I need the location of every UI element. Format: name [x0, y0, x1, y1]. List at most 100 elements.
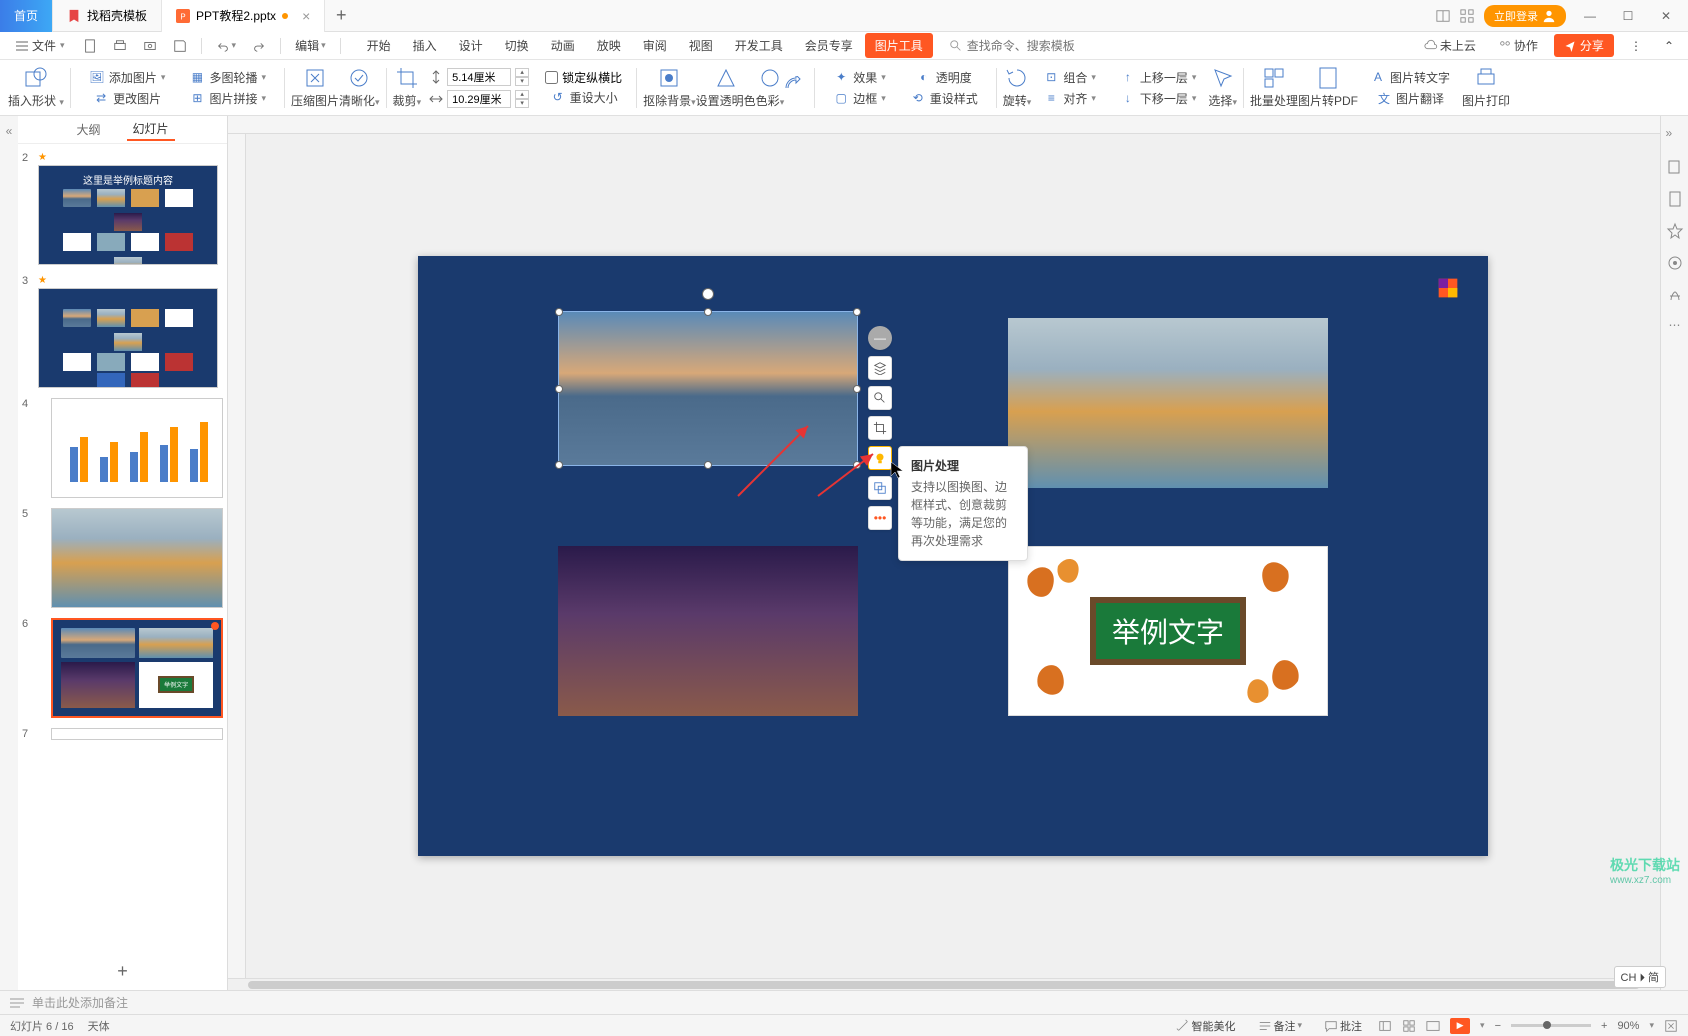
selected-image[interactable]: [558, 311, 858, 466]
minimize-button[interactable]: —: [1576, 2, 1604, 30]
rotate-handle[interactable]: [702, 288, 714, 300]
view-reading-icon[interactable]: [1426, 1019, 1440, 1033]
print-button[interactable]: [107, 37, 133, 55]
slide-thumb-4[interactable]: [51, 398, 223, 498]
float-process-button[interactable]: [868, 446, 892, 470]
search-box[interactable]: [949, 39, 1107, 53]
slide-thumb-6[interactable]: 举例文字: [51, 618, 223, 718]
reset-style-button[interactable]: ⟲重设样式: [906, 89, 982, 108]
float-collapse-button[interactable]: —: [868, 326, 892, 350]
transparency-button[interactable]: ◐透明度: [912, 68, 976, 87]
resize-handle[interactable]: [555, 308, 563, 316]
translate-button[interactable]: 文图片翻译: [1372, 89, 1448, 108]
more-menu[interactable]: ⋮: [1624, 37, 1648, 55]
align-button[interactable]: ≡对齐▾: [1039, 89, 1100, 108]
slide-canvas[interactable]: 举例文字 — ••• 图片处理 支持以图换: [418, 256, 1488, 856]
float-more-button[interactable]: •••: [868, 506, 892, 530]
collab-button[interactable]: 协作: [1492, 35, 1544, 56]
edit-menu[interactable]: 编辑▾: [289, 35, 332, 56]
tab-file-active[interactable]: P PPT教程2.pptx ×: [162, 0, 325, 32]
play-dropdown[interactable]: ▾: [1480, 1020, 1485, 1031]
reset-size-button[interactable]: ↺重设大小: [546, 88, 622, 107]
sb-star-icon[interactable]: [1666, 222, 1684, 240]
float-swap-button[interactable]: [868, 476, 892, 500]
multi-outline-button[interactable]: ▦多图轮播▾: [185, 68, 270, 87]
to-text-button[interactable]: A图片转文字: [1366, 68, 1454, 87]
cloud-status[interactable]: 未上云: [1418, 35, 1482, 56]
scroll-thumb[interactable]: [248, 981, 1640, 989]
tab-insert[interactable]: 插入: [403, 33, 447, 58]
slide-thumb-5[interactable]: [51, 508, 223, 608]
slide-thumb-3[interactable]: [38, 288, 218, 388]
to-pdf-button[interactable]: 图片转PDF: [1298, 66, 1358, 109]
remove-bg-button[interactable]: 抠除背景▾: [643, 66, 696, 109]
new-doc-button[interactable]: [77, 37, 103, 55]
insert-shape-button[interactable]: 插入形状 ▾: [8, 66, 64, 109]
image-bottom-left[interactable]: [558, 546, 858, 716]
fit-icon[interactable]: [1664, 1019, 1678, 1033]
tab-dev[interactable]: 开发工具: [725, 33, 793, 58]
sb-target-icon[interactable]: [1666, 254, 1684, 272]
view-normal-icon[interactable]: [1378, 1019, 1392, 1033]
group-button[interactable]: ⊡组合▾: [1039, 68, 1100, 87]
undo-button[interactable]: ▾: [210, 37, 243, 55]
sb-alpha-icon[interactable]: [1666, 286, 1684, 304]
resize-handle[interactable]: [853, 308, 861, 316]
notes-bar[interactable]: 单击此处添加备注: [0, 990, 1688, 1014]
effect-button[interactable]: ✦效果▾: [829, 68, 890, 87]
move-down-button[interactable]: ↓下移一层▾: [1116, 89, 1201, 108]
resize-handle[interactable]: [853, 461, 861, 469]
select-button[interactable]: 选择▾: [1208, 66, 1237, 109]
step-down[interactable]: ▾: [515, 99, 529, 108]
collapse-ribbon[interactable]: ⌃: [1658, 37, 1680, 55]
move-up-button[interactable]: ↑上移一层▾: [1116, 68, 1201, 87]
resize-handle[interactable]: [704, 308, 712, 316]
login-button[interactable]: 立即登录: [1484, 5, 1566, 27]
zoom-in-button[interactable]: +: [1601, 1020, 1607, 1032]
search-input[interactable]: [967, 39, 1107, 53]
preview-button[interactable]: [137, 37, 163, 55]
color-button[interactable]: 色彩▾: [756, 66, 785, 109]
outline-tab[interactable]: 大纲: [70, 119, 106, 140]
sb-more-icon[interactable]: ⋯: [1666, 318, 1684, 336]
tab-review[interactable]: 审阅: [633, 33, 677, 58]
play-button[interactable]: ▶: [1450, 1018, 1470, 1034]
lock-ratio-checkbox[interactable]: 锁定纵横比: [545, 69, 622, 86]
new-tab-button[interactable]: +: [325, 5, 357, 26]
zoom-value[interactable]: 90%: [1617, 1020, 1639, 1032]
close-window-button[interactable]: ✕: [1652, 2, 1680, 30]
tab-design[interactable]: 设计: [449, 33, 493, 58]
change-image-button[interactable]: ⇄更改图片: [89, 89, 165, 108]
float-crop-button[interactable]: [868, 416, 892, 440]
step-down[interactable]: ▾: [515, 77, 529, 86]
tab-animation[interactable]: 动画: [541, 33, 585, 58]
resize-handle[interactable]: [555, 385, 563, 393]
share-button[interactable]: 分享: [1554, 34, 1614, 57]
step-up[interactable]: ▴: [515, 68, 529, 77]
redo-button[interactable]: [246, 37, 272, 55]
add-image-button[interactable]: 🖼添加图片▾: [85, 68, 170, 87]
float-zoom-button[interactable]: [868, 386, 892, 410]
resize-handle[interactable]: [704, 461, 712, 469]
tab-close-icon[interactable]: ×: [302, 8, 310, 24]
tab-picture-tools[interactable]: 图片工具: [865, 33, 933, 58]
sb-clipboard-icon[interactable]: [1666, 190, 1684, 208]
sidebar-expand-icon[interactable]: »: [1666, 126, 1684, 144]
canvas-viewport[interactable]: 举例文字 — ••• 图片处理 支持以图换: [246, 134, 1660, 978]
set-transparent-button[interactable]: 设置透明色: [696, 66, 756, 109]
add-slide-button[interactable]: +: [18, 953, 227, 990]
image-splice-button[interactable]: ⊞图片拼接▾: [185, 89, 270, 108]
crop-button[interactable]: 裁剪▾: [393, 66, 422, 109]
sb-copy-icon[interactable]: [1666, 158, 1684, 176]
refresh-button[interactable]: [784, 76, 808, 100]
image-bottom-right[interactable]: 举例文字: [1008, 546, 1328, 716]
border-button[interactable]: ▢边框▾: [829, 89, 890, 108]
tab-slideshow[interactable]: 放映: [587, 33, 631, 58]
save-button[interactable]: [167, 37, 193, 55]
resize-handle[interactable]: [555, 461, 563, 469]
zoom-slider[interactable]: [1511, 1024, 1591, 1027]
scrollbar-horizontal[interactable]: [228, 978, 1660, 990]
slide-thumb-2[interactable]: 这里是举例标题内容: [38, 165, 218, 265]
width-input[interactable]: [447, 90, 511, 108]
float-layers-button[interactable]: [868, 356, 892, 380]
